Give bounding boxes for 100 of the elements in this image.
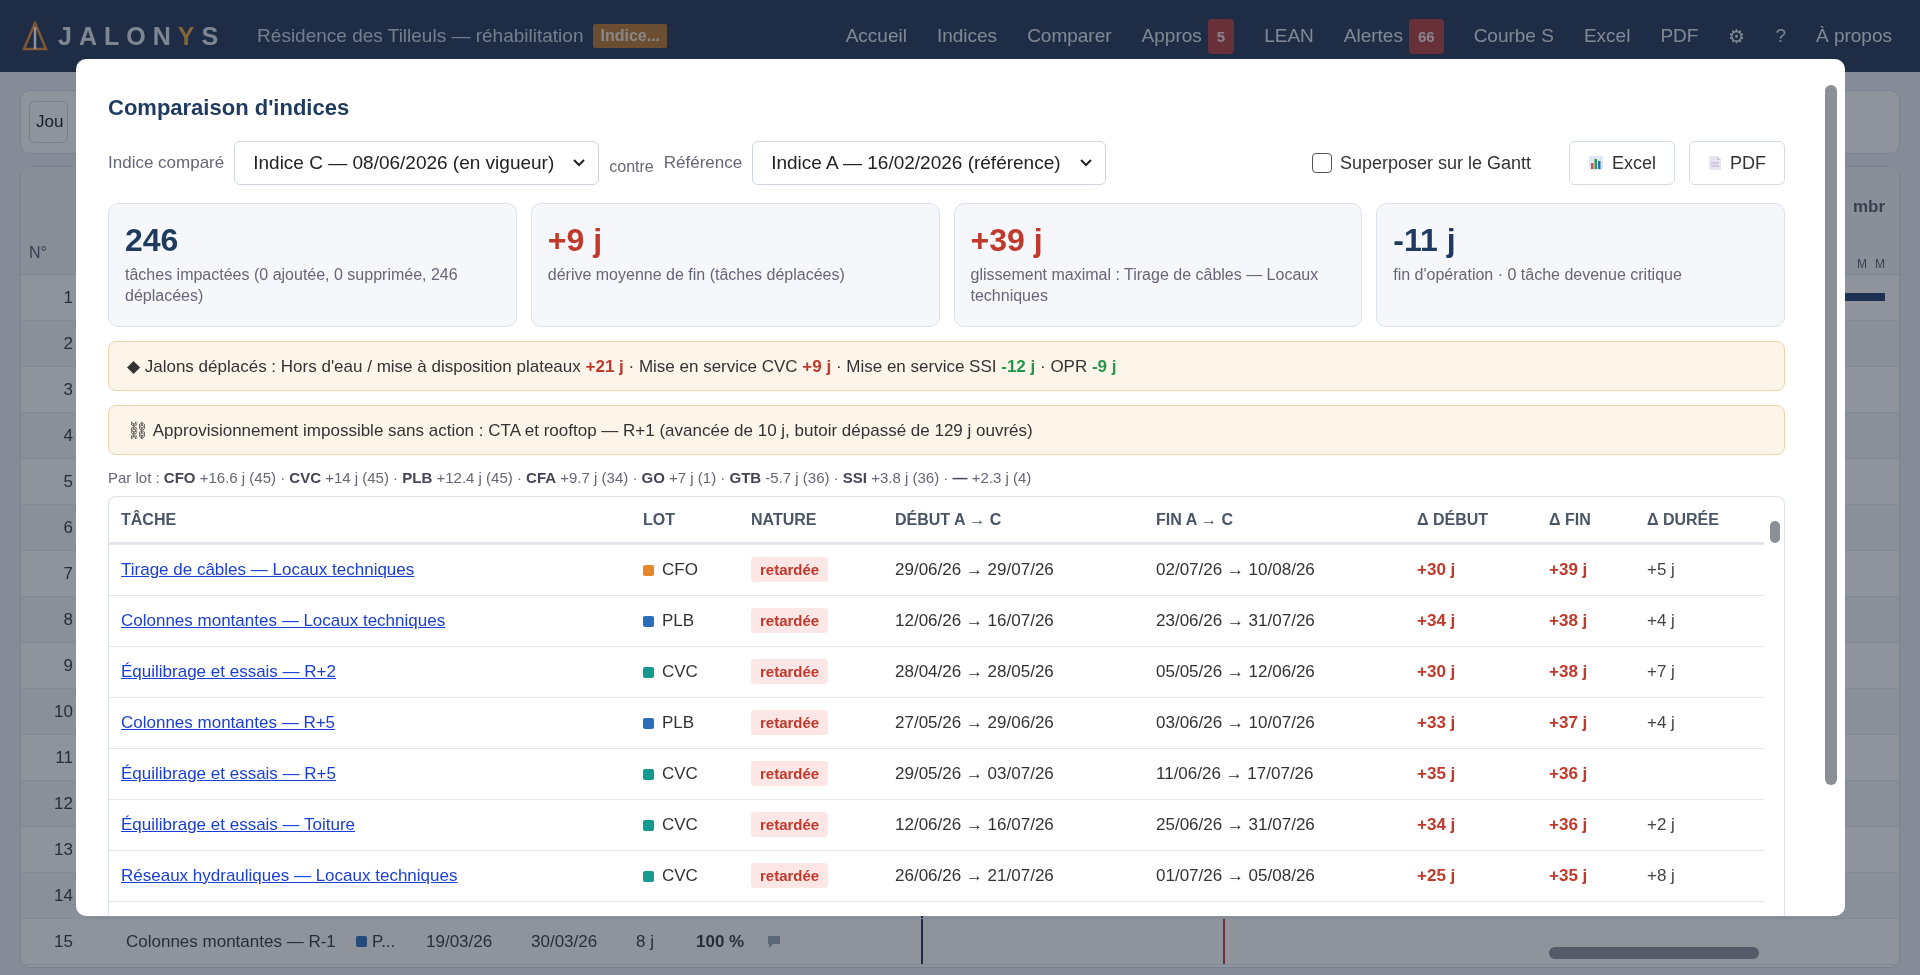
table-cell-text: +35 j (1549, 866, 1589, 886)
table-cell-text: 30/03/26 (531, 931, 599, 952)
nav-link[interactable]: ⚙ (1728, 24, 1746, 48)
gantt-month-label: mbr (1852, 197, 1885, 217)
nav-link[interactable]: Alertes (1343, 25, 1403, 47)
row-number: 8 (63, 609, 73, 630)
table-cell-text: 11/06/26 → 17/07/26 (1156, 764, 1315, 784)
task-link[interactable]: Équilibrage et essais — Toiture (121, 815, 356, 834)
count-badge: 66 (1408, 18, 1444, 54)
table-cell-text: 26/06/26 → 21/07/26 (895, 866, 1055, 886)
table-scrollbar[interactable] (1770, 521, 1780, 543)
task-link[interactable]: Équilibrage et essais — R+5 (121, 764, 336, 783)
compared-revision-dropdown[interactable]: Indice C — 08/06/2026 (en vigueur) (234, 141, 600, 185)
stat-value: 246 (125, 222, 180, 259)
table-cell-text: 12/06/26 → 16/07/26 (895, 611, 1055, 631)
stat-value: -11 j (1393, 222, 1457, 259)
comment-icon[interactable] (766, 934, 782, 949)
today-line (1223, 919, 1225, 964)
table-cell-text: +35 j (1417, 764, 1457, 784)
row-number: 12 (54, 793, 73, 814)
status-badge: retardée (751, 608, 829, 633)
horizontal-scrollbar[interactable] (1549, 947, 1759, 959)
column-header[interactable]: LOT (643, 510, 751, 529)
task-link[interactable]: Colonnes montantes — Locaux techniques (121, 611, 446, 630)
column-header[interactable]: TÂCHE (121, 510, 643, 529)
task-link[interactable]: Réseaux hydrauliques — Locaux techniques (121, 866, 458, 885)
column-header[interactable]: Δ FIN (1549, 510, 1647, 529)
task-link[interactable]: Colonnes montantes — R+5 (121, 713, 336, 732)
table-cell-text: +38 j (1549, 611, 1589, 631)
excel-export-button[interactable]: Excel (1569, 141, 1675, 185)
table-cell-text: 29/06/26 → 29/07/26 (895, 560, 1055, 580)
nav-link[interactable]: Indices (936, 25, 998, 47)
bar-chart-icon (1588, 155, 1604, 171)
stat-caption: tâches impactées (0 ajoutée, 0 supprimée, 246 déplacées) (125, 265, 459, 306)
table-cell-text: +4 j (1647, 611, 1676, 631)
field-label: Indice comparé (108, 153, 225, 173)
checkbox-label[interactable]: Superposer sur le Gantt (1339, 152, 1531, 174)
document-icon (1708, 155, 1722, 171)
row-number: 7 (63, 563, 73, 584)
nav-link[interactable]: Comparer (1027, 25, 1112, 47)
nav-link[interactable]: Courbe S (1473, 25, 1554, 47)
pdf-export-button[interactable]: PDF (1689, 141, 1785, 185)
table-cell-text: +5 j (1647, 560, 1676, 580)
dialog-title: Comparaison d'indices (108, 95, 351, 121)
table-cell: PLB (662, 713, 695, 733)
table-cell-text: 03/06/26 → 10/07/26 (1156, 713, 1316, 733)
survey-stake-icon (22, 21, 48, 51)
milestones-text: ◆ Jalons déplacés : Hors d'eau / mise à disposition plateaux +21 j · Mise en service CVC +9 j · Mise en service SSI -12 j · OPR -9 j (127, 355, 1117, 377)
row-number: 5 (63, 471, 73, 492)
table-cell-text: +7 j (1647, 662, 1676, 682)
table-cell-text: 23/06/26 → 31/07/26 (1156, 611, 1316, 631)
row-number: 6 (63, 517, 73, 538)
column-header[interactable]: Δ DURÉE (1647, 510, 1784, 529)
nav-link[interactable]: Appros (1141, 25, 1202, 47)
status-badge: retardée (751, 710, 829, 735)
table-cell-text: +34 j (1417, 611, 1457, 631)
table-cell-text: 29/05/26 → 03/07/26 (895, 764, 1055, 784)
stat-caption: glissement maximal : Tirage de câbles — Locaux techniques (970, 265, 1320, 306)
nav-link[interactable]: ? (1775, 25, 1786, 47)
chevron-down-icon (1078, 158, 1093, 168)
task-link[interactable]: Équilibrage et essais — R+2 (121, 662, 336, 681)
status-badge: retardée (751, 863, 829, 888)
versus-label: contre (609, 158, 654, 176)
status-badge: retardée (751, 557, 829, 582)
column-header[interactable]: DÉBUT A → C (895, 510, 1156, 529)
table-cell-text: 100 % (696, 931, 746, 952)
view-button[interactable]: Jou (29, 101, 69, 143)
column-header[interactable]: Δ DÉBUT (1417, 510, 1549, 529)
row-number: 15 (54, 931, 73, 952)
nav-link[interactable]: À propos (1815, 25, 1892, 47)
column-header[interactable]: NATURE (751, 510, 895, 529)
reference-revision-dropdown[interactable]: Indice A — 16/02/2026 (référence) (752, 141, 1106, 185)
task-link[interactable]: Tirage de câbles — Locaux techniques (121, 560, 415, 579)
dialog-scrollbar[interactable] (1825, 85, 1837, 785)
table-cell-text: +4 j (1647, 713, 1676, 733)
row-number: 4 (63, 425, 73, 446)
supply-alert-text: ⛓ Approvisionnement impossible sans action : CTA et rooftop — R+1 (avancée de 10 j, butoir dépassé de 129 j ouvrés) (127, 419, 1033, 441)
table-cell: CVC (662, 815, 698, 835)
table-cell-text: 05/05/26 → 12/06/26 (1156, 662, 1316, 682)
table-cell: CVC (662, 662, 698, 682)
nav-link[interactable]: Excel (1583, 25, 1631, 47)
count-badge: 5 (1207, 18, 1235, 54)
row-number: 2 (63, 333, 73, 354)
row-number: 1 (63, 287, 73, 308)
app-logo[interactable]: JALON Y S (58, 21, 226, 51)
nav-link[interactable]: Accueil (845, 25, 907, 47)
nav-link[interactable]: LEAN (1264, 25, 1314, 47)
column-header[interactable]: FIN A → C (1156, 510, 1417, 529)
row-number: 9 (63, 655, 73, 676)
checkbox[interactable] (1311, 153, 1332, 173)
row-number: 3 (63, 379, 73, 400)
table-cell-text: +37 j (1549, 713, 1589, 733)
table-cell: CVC (662, 866, 698, 886)
nav-link[interactable]: PDF (1660, 25, 1699, 47)
table-cell-text: 12/06/26 → 16/07/26 (895, 815, 1055, 835)
table-cell-text: 25/06/26 → 31/07/26 (1156, 815, 1316, 835)
table-cell-text: +30 j (1417, 662, 1457, 682)
table-cell-text: +25 j (1417, 866, 1457, 886)
status-badge: retardée (751, 761, 829, 786)
table-cell: P... (372, 931, 396, 952)
